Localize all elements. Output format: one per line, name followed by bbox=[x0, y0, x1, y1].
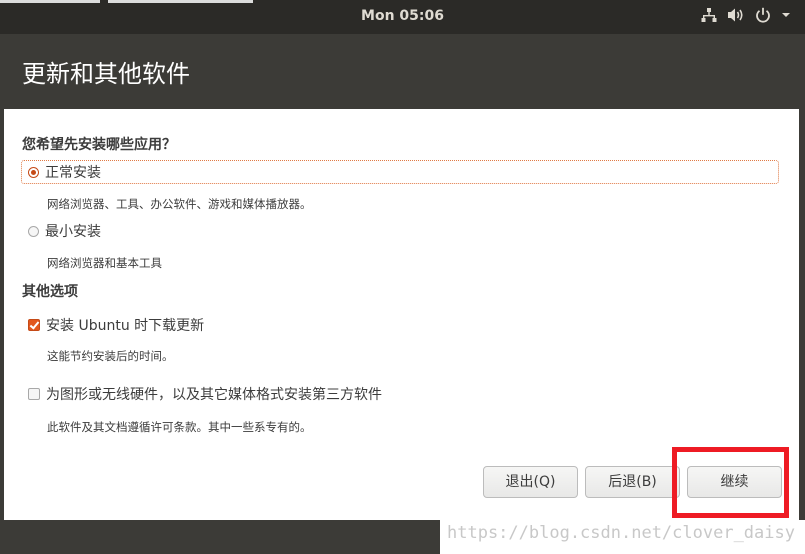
third-party-software-label: 为图形或无线硬件，以及其它媒体格式安装第三方软件 bbox=[46, 387, 382, 403]
clock[interactable]: Mon 05:06 bbox=[0, 8, 805, 24]
third-party-software-description: 此软件及其文档遵循许可条款。其中一些系专有的。 bbox=[47, 420, 312, 434]
minimal-install-radio[interactable]: 最小安装 bbox=[22, 219, 101, 243]
chevron-down-icon[interactable] bbox=[781, 7, 791, 23]
volume-icon[interactable] bbox=[727, 7, 745, 23]
normal-install-description: 网络浏览器、工具、办公软件、游戏和媒体播放器。 bbox=[47, 197, 312, 211]
minimal-install-description: 网络浏览器和基本工具 bbox=[47, 256, 162, 270]
download-updates-label: 安装 Ubuntu 时下载更新 bbox=[46, 318, 205, 334]
radio-unchecked-icon[interactable] bbox=[28, 225, 39, 237]
network-icon[interactable] bbox=[701, 7, 717, 23]
continue-highlight-annotation bbox=[672, 447, 789, 518]
system-tray[interactable] bbox=[701, 7, 791, 23]
page-title: 更新和其他软件 bbox=[22, 60, 190, 88]
normal-install-label: 正常安装 bbox=[45, 165, 101, 181]
checkbox-unchecked-icon[interactable] bbox=[28, 388, 40, 400]
window-tab-indicator bbox=[0, 0, 100, 3]
normal-install-radio[interactable]: 正常安装 bbox=[21, 160, 779, 184]
power-icon[interactable] bbox=[755, 7, 771, 23]
watermark-text: https://blog.csdn.net/clover_daisy bbox=[447, 523, 795, 543]
third-party-software-checkbox[interactable]: 为图形或无线硬件，以及其它媒体格式安装第三方软件 bbox=[22, 382, 382, 406]
download-updates-checkbox[interactable]: 安装 Ubuntu 时下载更新 bbox=[22, 313, 204, 337]
minimal-install-label: 最小安装 bbox=[45, 224, 101, 240]
download-updates-description: 这能节约安装后的时间。 bbox=[47, 349, 174, 363]
quit-button[interactable]: 退出(Q) bbox=[483, 466, 578, 498]
window-header: 更新和其他软件 bbox=[4, 34, 799, 109]
other-options-heading: 其他选项 bbox=[22, 284, 78, 300]
checkbox-checked-icon[interactable] bbox=[28, 319, 40, 331]
window-tab-indicator-2 bbox=[108, 0, 253, 3]
radio-checked-icon[interactable] bbox=[28, 166, 39, 178]
apps-section-heading: 您希望先安装哪些应用？ bbox=[22, 137, 176, 153]
back-button[interactable]: 后退(B) bbox=[585, 466, 680, 498]
system-top-bar: Mon 05:06 bbox=[0, 0, 805, 34]
